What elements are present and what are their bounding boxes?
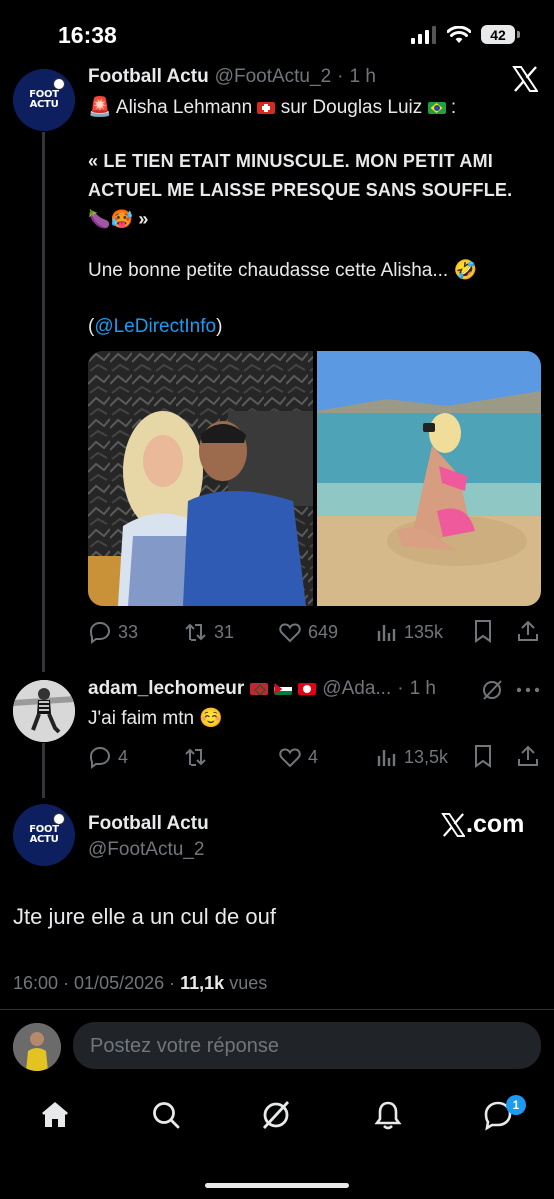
mention-link[interactable]: @LeDirectInfo [94, 316, 216, 337]
author-name[interactable]: Football Actu [88, 813, 209, 835]
battery-indicator: 42 [481, 25, 520, 44]
home-icon[interactable] [39, 1099, 71, 1131]
switzerland-flag-icon [257, 101, 276, 114]
grok-icon[interactable] [481, 679, 503, 701]
reply-count: 4 [118, 746, 129, 767]
search-icon[interactable] [150, 1099, 182, 1131]
tweet-time[interactable]: 1 h [349, 66, 375, 88]
more-icon[interactable] [516, 687, 540, 693]
tweet-header: adam_lechomeur @Ada... · 1 h [88, 678, 436, 700]
views-button[interactable]: 135k [376, 621, 443, 643]
tweet3-meta: 16:00 · 01/05/2026 · 11,1k vues [13, 973, 267, 994]
reply-input[interactable]: Postez votre réponse [73, 1022, 541, 1069]
status-icons: 42 [411, 25, 520, 44]
status-time: 16:38 [58, 22, 117, 48]
share-icon[interactable] [516, 619, 540, 643]
reply-button[interactable]: 4 [88, 745, 128, 769]
like-count: 4 [308, 746, 319, 767]
battery-level: 42 [481, 25, 515, 44]
tweet2-text: J'ai faim mtn ☺️ [88, 708, 223, 729]
tweet-source: (@LeDirectInfo) [88, 316, 223, 337]
signal-icon [411, 25, 436, 44]
reply-button[interactable]: 33 [88, 620, 138, 644]
reply-icon [89, 746, 111, 769]
tweet-line1: 🚨 Alisha Lehmann sur Douglas Luiz : [88, 97, 457, 118]
like-icon [279, 748, 301, 768]
x-logo-icon [441, 812, 465, 837]
reply-placeholder: Postez votre réponse [90, 1035, 279, 1057]
thread-line [42, 132, 45, 672]
brazil-flag-icon [427, 101, 446, 114]
retweet-icon [185, 623, 206, 641]
tweet-media[interactable] [88, 351, 541, 606]
like-icon [279, 623, 301, 643]
alarm-siren-icon: 🚨 [88, 97, 112, 118]
x-logo-icon[interactable] [512, 66, 538, 92]
tweet-comment: Une bonne petite chaudasse cette Alisha.… [88, 260, 478, 281]
photo-couple[interactable] [88, 351, 313, 606]
retweet-button[interactable]: 31 [184, 620, 234, 644]
user-avatar[interactable] [13, 1023, 61, 1071]
home-indicator [205, 1183, 349, 1188]
photo-beach[interactable] [317, 351, 541, 606]
tweet-date[interactable]: 16:00 · 01/05/2026 · [13, 973, 175, 993]
tweet-quote: « LE TIEN ETAIT MINUSCULE. MON PETIT AMI… [88, 151, 513, 229]
tweet-time[interactable]: 1 h [410, 678, 436, 700]
bookmark-icon[interactable] [472, 619, 494, 643]
wifi-icon [447, 25, 471, 43]
avatar-text: ACTU [29, 99, 59, 110]
author-handle[interactable]: @Ada... [322, 678, 391, 700]
views-icon [377, 750, 396, 766]
tunisia-flag-icon [298, 683, 317, 695]
tweet1-actions: 33 31 649 135k [88, 619, 540, 645]
source-text: .com [466, 810, 525, 838]
bookmark-icon[interactable] [472, 744, 494, 768]
notifications-icon[interactable] [372, 1099, 404, 1131]
share-icon[interactable] [516, 744, 540, 768]
avatar-football-actu[interactable]: FOOT ACTU [13, 69, 75, 131]
views-count: 135k [404, 621, 444, 642]
tweet3-text: Jte jure elle a un cul de ouf [13, 904, 276, 929]
like-button[interactable]: 4 [278, 745, 318, 769]
author-handle[interactable]: @FootActu_2 [215, 66, 331, 88]
thread-line [42, 743, 45, 798]
reply-count: 33 [118, 621, 139, 642]
palestine-flag-icon [274, 683, 293, 695]
like-count: 649 [308, 621, 339, 642]
like-button[interactable]: 649 [278, 620, 338, 644]
tweet2-actions: 4 4 13,5k [88, 744, 540, 770]
author-name[interactable]: Football Actu [88, 66, 209, 88]
views-label: vues [229, 973, 268, 993]
source-label[interactable]: .com [441, 810, 524, 839]
views-button[interactable]: 13,5k [376, 746, 448, 768]
bottom-nav: 1 [0, 1085, 554, 1145]
views-icon [377, 625, 396, 641]
retweet-button[interactable] [184, 745, 214, 769]
morocco-flag-icon [250, 683, 269, 695]
views-count: 11,1k [180, 973, 225, 993]
retweet-icon [185, 748, 206, 766]
avatar-text: ACTU [29, 834, 59, 845]
views-count: 13,5k [404, 746, 449, 767]
messages-badge: 1 [506, 1095, 526, 1115]
avatar-football-actu[interactable]: FOOT ACTU [13, 804, 75, 866]
retweet-count: 31 [214, 621, 235, 642]
reply-icon [89, 621, 111, 644]
tweet-header: Football Actu @FootActu_2 · 1 h [88, 66, 376, 88]
grok-icon[interactable] [260, 1099, 292, 1131]
author-handle[interactable]: @FootActu_2 [88, 839, 204, 861]
divider [0, 1009, 554, 1010]
avatar-adam[interactable] [13, 680, 75, 742]
author-name[interactable]: adam_lechomeur [88, 678, 244, 700]
